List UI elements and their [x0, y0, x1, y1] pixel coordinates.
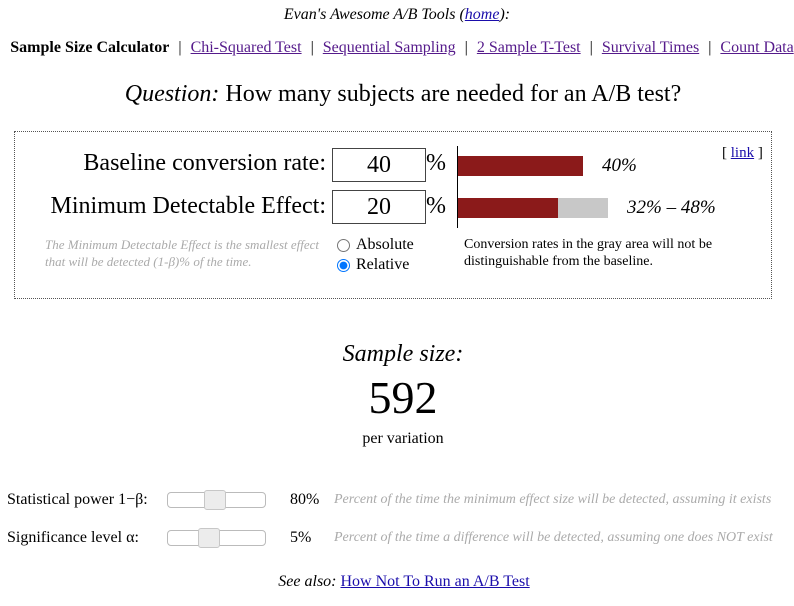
mde-unit: %: [426, 193, 446, 219]
nav-link-chi-squared-test[interactable]: Chi-Squared Test: [191, 39, 302, 56]
mde-bar-text: 32% – 48%: [627, 197, 716, 218]
power-slider-thumb[interactable]: [204, 490, 226, 510]
sample-size-value: 592: [368, 372, 438, 423]
gray-area-note: Conversion rates in the gray area will n…: [464, 237, 713, 269]
radio-relative-label: Relative: [356, 256, 410, 273]
radio-relative[interactable]: Relative: [336, 256, 409, 274]
nav-separator: |: [464, 39, 468, 56]
significance-label: Significance level α:: [7, 529, 139, 546]
nav-current-sample-size-calculator: Sample Size Calculator: [10, 39, 170, 56]
radio-relative-input[interactable]: [337, 258, 350, 272]
mde-bar-lower: [458, 198, 558, 218]
significance-value: 5%: [290, 529, 312, 546]
power-slider[interactable]: [167, 490, 266, 510]
see-also-link[interactable]: How Not To Run an A/B Test: [341, 573, 530, 590]
nav-separator: |: [708, 39, 712, 56]
nav-link-survival-times[interactable]: Survival Times: [602, 39, 699, 56]
baseline-bar: [458, 156, 583, 176]
radio-absolute-input[interactable]: [337, 238, 350, 252]
radio-absolute-label: Absolute: [356, 236, 414, 253]
see-also: See also: How Not To Run an A/B Test: [0, 573, 794, 591]
mde-help-text: The Minimum Detectable Effect is the sma…: [45, 237, 320, 269]
mde-input[interactable]: [332, 190, 426, 224]
question-prefix: Question:: [124, 81, 220, 107]
sample-size-unit: per variation: [362, 430, 444, 447]
power-label: Statistical power 1−β:: [7, 491, 148, 508]
mde-bar-gray-range: [558, 198, 608, 218]
sample-size-label: Sample size:: [342, 341, 464, 367]
home-link[interactable]: home: [465, 6, 500, 23]
site-title: Evan's Awesome A/B Tools (home):: [0, 6, 794, 24]
page-question: Question: How many subjects are needed f…: [0, 81, 794, 108]
nav-separator: |: [589, 39, 593, 56]
mde-label: Minimum Detectable Effect:: [50, 193, 326, 219]
baseline-bar-text: 40%: [602, 155, 637, 176]
see-also-prefix: See also:: [278, 573, 337, 590]
site-title-prefix: Evan's Awesome A/B Tools (: [283, 6, 465, 23]
site-title-suffix: ):: [499, 6, 511, 23]
permalink: [ link ]: [722, 145, 763, 161]
baseline-unit: %: [426, 150, 446, 176]
baseline-label: Baseline conversion rate:: [83, 150, 326, 176]
power-help: Percent of the time the minimum effect s…: [334, 492, 772, 507]
nav-link-sequential-sampling[interactable]: Sequential Sampling: [323, 39, 456, 56]
nav-separator: |: [310, 39, 314, 56]
nav-separator: |: [178, 39, 182, 56]
significance-help: Percent of the time a difference will be…: [334, 530, 773, 545]
power-value: 80%: [290, 491, 320, 508]
question-text: How many subjects are needed for an A/B …: [225, 81, 682, 107]
significance-slider-thumb[interactable]: [198, 528, 220, 548]
nav-link-2-sample-t-test[interactable]: 2 Sample T-Test: [477, 39, 581, 56]
significance-slider[interactable]: [167, 528, 266, 548]
nav-link-count-data[interactable]: Count Data: [720, 39, 793, 56]
tool-nav: Sample Size Calculator | Chi-Squared Tes…: [0, 39, 794, 57]
radio-absolute[interactable]: Absolute: [336, 236, 414, 254]
permalink-link[interactable]: link: [731, 145, 754, 161]
baseline-rate-input[interactable]: [332, 148, 426, 182]
